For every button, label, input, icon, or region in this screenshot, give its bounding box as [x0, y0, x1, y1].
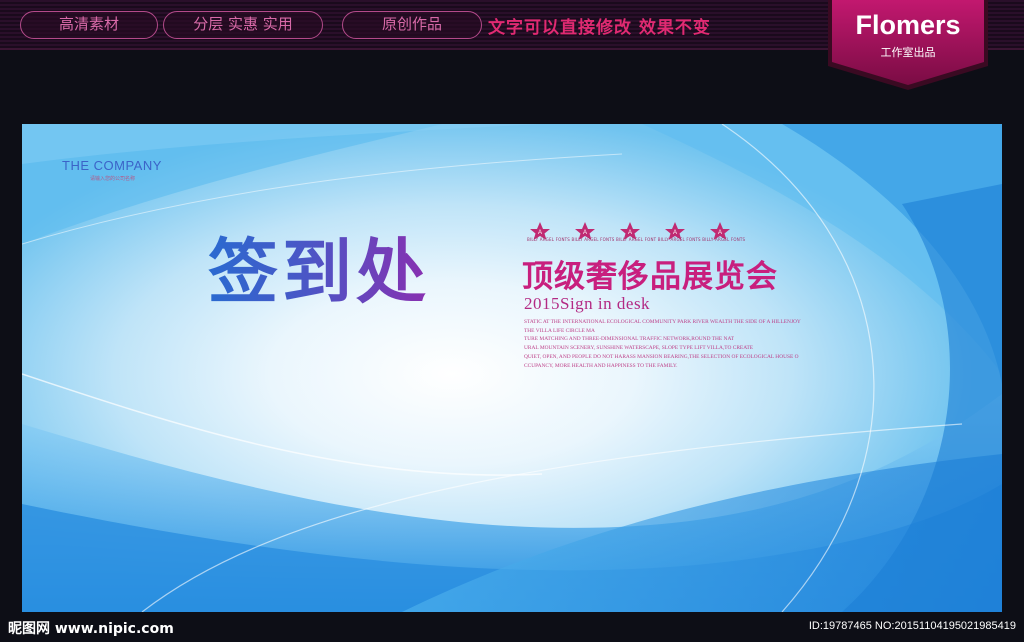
sign-in-desk-label: 2015Sign in desk [524, 294, 651, 313]
main-title: 签到处 [208, 216, 430, 317]
brand-subtitle: 工作室出品 [880, 46, 936, 59]
star-letter: A [583, 230, 587, 236]
watermark-logo: 昵图网 www.nipic.com [8, 621, 174, 637]
brand-badge: Flomers 工作室出品 [828, 0, 988, 92]
description-line: THE VILLA LIFE CIRCLE MA [524, 327, 595, 334]
description-line: URAL MOUNTAIN SCENERY, SUNSHINE WATERSCA… [524, 345, 754, 352]
company-name-hint: 请输入您的公司名称 [90, 176, 136, 182]
artwork-panel: THE COMPANY 请输入您的公司名称 签到处 A A A A A BILL… [22, 124, 1002, 612]
description-text: STATIC AT THE INTERNATIONAL ECOLOGICAL C… [524, 318, 854, 370]
description-line: TURE MATCHING AND THREE-DIMENSIONAL TRAF… [524, 336, 735, 343]
badge-layered-practical: 分层 实惠 实用 [163, 11, 323, 39]
star-letter: A [628, 230, 632, 236]
star-letter: A [718, 230, 722, 236]
editable-text-slogan: 文字可以直接修改 效果不变 [488, 18, 711, 38]
star-caption: BILLY ARGEL FONTS BILLY ARGEL FONTS BILL… [527, 237, 746, 242]
badge-original-work: 原创作品 [342, 11, 482, 39]
background-waves [22, 124, 1002, 612]
watermark-bar: 昵图网 www.nipic.com ID:19787465 NO:2015110… [0, 612, 1024, 642]
star-letter: A [538, 230, 542, 236]
star-letter: A [673, 230, 677, 236]
exhibition-title: 顶级奢侈品展览会 [522, 259, 778, 295]
brand-name: Flomers [855, 10, 961, 40]
watermark-id: ID:19787465 NO:20151104195021985419 [808, 620, 1016, 632]
company-name: THE COMPANY [62, 158, 162, 173]
description-line: QUIET, OPEN, AND PEOPLE DO NOT HARASS MA… [524, 353, 799, 360]
description-line: STATIC AT THE INTERNATIONAL ECOLOGICAL C… [524, 319, 801, 325]
description-line: CCUPANCY, MORE HEALTH AND HAPPINESS TO T… [524, 362, 678, 369]
badge-hd-material: 高清素材 [20, 11, 158, 39]
